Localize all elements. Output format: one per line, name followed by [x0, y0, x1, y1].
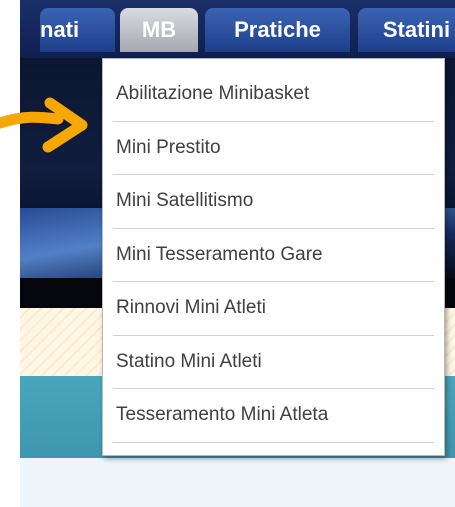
menu-item-mini-prestito[interactable]: Mini Prestito	[113, 122, 434, 175]
menu-item-statino-mini-atleti[interactable]: Statino Mini Atleti	[113, 336, 434, 389]
nav-tab-pratiche[interactable]: Pratiche	[205, 8, 350, 52]
menu-item-mini-tesseramento-gare[interactable]: Mini Tesseramento Gare	[113, 229, 434, 282]
menu-item-tesseramento-mini-atleta[interactable]: Tesseramento Mini Atleta	[113, 389, 434, 443]
nav-tab-campionati[interactable]: nati	[40, 8, 115, 52]
menu-item-abilitazione-minibasket[interactable]: Abilitazione Minibasket	[113, 68, 434, 122]
mb-dropdown-menu: Abilitazione Minibasket Mini Prestito Mi…	[102, 58, 445, 456]
content-area	[20, 458, 455, 507]
nav-tab-mb[interactable]: MB	[120, 8, 198, 52]
menu-item-rinnovi-mini-atleti[interactable]: Rinnovi Mini Atleti	[113, 282, 434, 336]
page: nati MB Pratiche Statini Abilitazione Mi…	[0, 0, 455, 507]
left-margin	[0, 0, 20, 507]
menu-item-mini-satellitismo[interactable]: Mini Satellitismo	[113, 175, 434, 229]
top-navbar: nati MB Pratiche Statini	[20, 0, 455, 58]
nav-tab-statini[interactable]: Statini	[358, 8, 455, 52]
arrow-right-icon	[0, 97, 88, 153]
